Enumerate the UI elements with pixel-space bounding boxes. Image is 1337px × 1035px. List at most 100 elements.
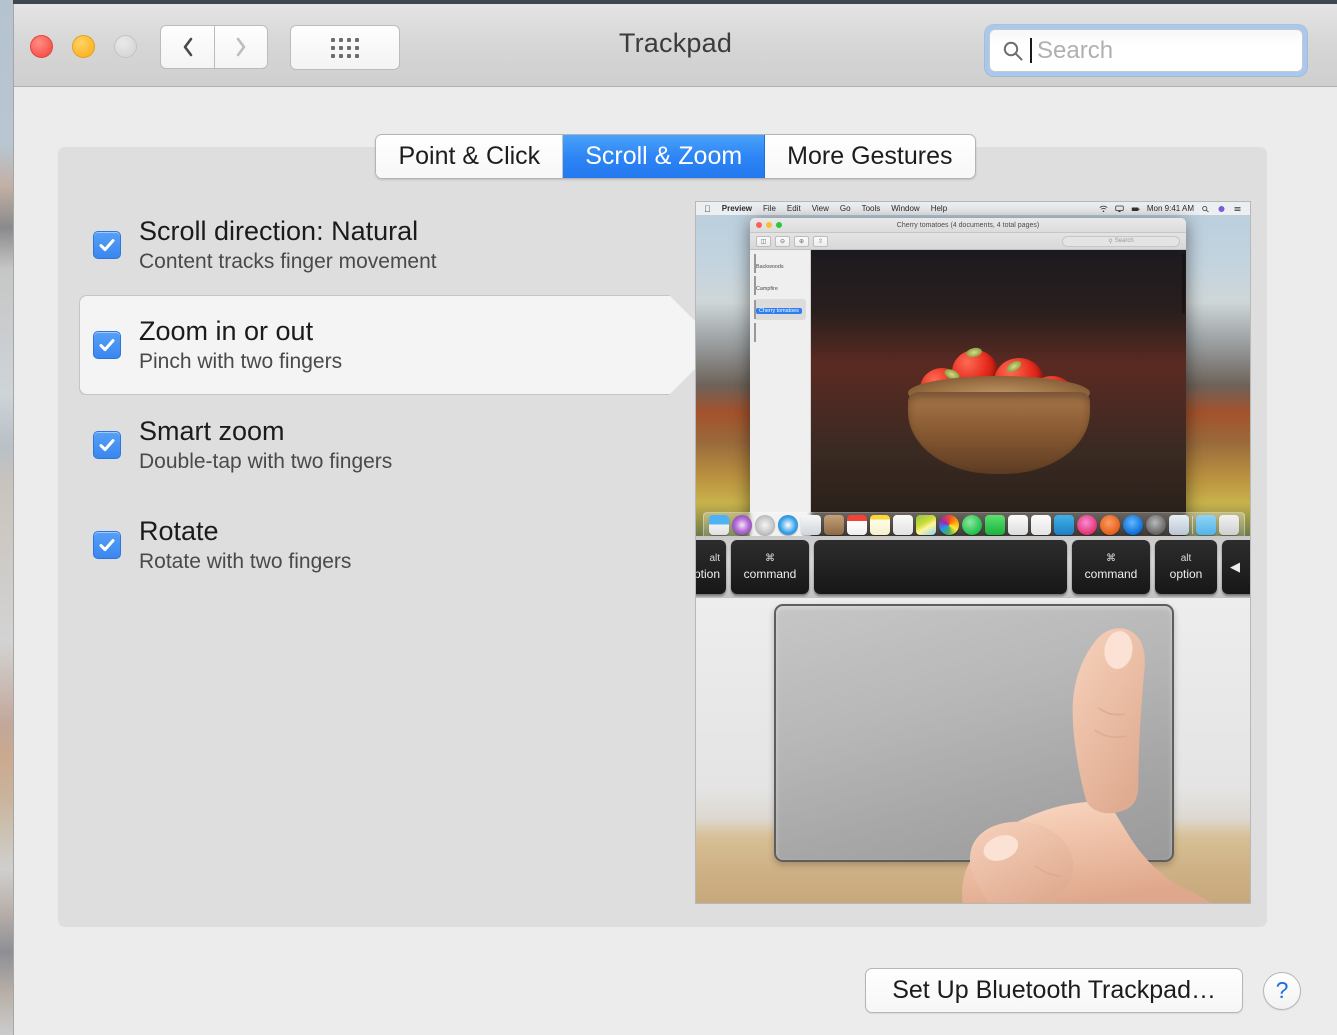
demo-preview-scrollbar — [1182, 254, 1185, 314]
dock-icon-notes — [870, 514, 890, 535]
thumbnail-campfire: Campfire — [754, 276, 806, 295]
search-icon — [1003, 41, 1023, 60]
demo-dock — [703, 512, 1245, 536]
dock-icon-mail — [801, 514, 821, 535]
demo-preview-sidebar: Backwoods Campfire Cherry tomatoes — [750, 250, 811, 536]
dock-icon-trash — [1219, 514, 1239, 535]
demo-keyboard-row: alt option ⌘ command ⌘ command alt optio… — [696, 536, 1250, 598]
dock-icon-system-preferences — [1146, 514, 1166, 535]
dock-icon-facetime — [985, 514, 1005, 535]
dock-icon-reminders — [893, 514, 913, 535]
tab-more-gestures[interactable]: More Gestures — [765, 135, 975, 178]
checkbox-scroll-direction[interactable] — [93, 231, 121, 259]
menubar-status-area: Mon 9:41 AM — [1099, 204, 1242, 213]
demo-trackpad-scene — [696, 598, 1250, 903]
zoom-in-icon: ⊕ — [794, 235, 809, 247]
dock-icon-numbers — [1031, 514, 1051, 535]
option-title: Zoom in or out — [139, 316, 314, 347]
siri-icon — [1217, 205, 1226, 213]
help-button[interactable]: ? — [1263, 971, 1301, 1010]
demo-preview-title: Cherry tomatoes (4 documents, 4 total pa… — [896, 221, 1040, 229]
search-placeholder: Search — [1037, 36, 1114, 64]
checkmark-icon — [99, 239, 115, 252]
cherry-tomatoes-photo — [894, 324, 1104, 474]
dock-icon-ibooks — [1100, 514, 1120, 535]
dock-icon-calendar — [847, 514, 867, 535]
dock-icon-launchpad — [755, 514, 775, 535]
demo-preview-body: Backwoods Campfire Cherry tomatoes — [750, 250, 1186, 536]
trackpad-preferences-window: Trackpad Search Point & Click Scroll & Z… — [13, 4, 1337, 1035]
dock-icon-downloads — [1196, 514, 1216, 535]
command-glyph-icon: ⌘ — [765, 553, 775, 565]
command-glyph-icon: ⌘ — [1106, 553, 1116, 565]
thumbnail-label: Cherry tomatoes — [756, 308, 802, 314]
dock-icon-messages — [962, 514, 982, 535]
set-up-bluetooth-trackpad-button[interactable]: Set Up Bluetooth Trackpad… — [865, 968, 1243, 1013]
option-title: Scroll direction: Natural — [139, 216, 419, 247]
notification-center-icon — [1233, 205, 1242, 213]
tab-point-and-click[interactable]: Point & Click — [376, 135, 564, 178]
demo-menubar:  Preview File Edit View Go Tools Window… — [696, 202, 1250, 215]
airplay-icon — [1115, 205, 1124, 213]
dock-icon-safari — [778, 514, 798, 535]
checkmark-icon — [99, 439, 115, 452]
dock-icon-pages — [1008, 514, 1028, 535]
option-row-smart-zoom[interactable]: Smart zoom Double-tap with two fingers — [79, 395, 719, 495]
key-command-right: ⌘ command — [1072, 540, 1150, 594]
menubar-clock: Mon 9:41 AM — [1146, 204, 1194, 213]
background-window-strip — [0, 0, 13, 1035]
menubar-item-help: Help — [923, 204, 947, 213]
demo-preview-toolbar: ◫ ⊖ ⊕ ⇧ ⚲ Search — [750, 233, 1186, 250]
option-row-scroll-direction[interactable]: Scroll direction: Natural Content tracks… — [79, 195, 719, 295]
footer-bar: Set Up Bluetooth Trackpad… ? — [14, 968, 1337, 1013]
dock-icon-photos — [939, 514, 959, 535]
demo-preview-search-placeholder: Search — [1114, 238, 1134, 244]
option-title: Rotate — [139, 516, 219, 547]
option-row-zoom-in-or-out[interactable]: Zoom in or out Pinch with two fingers — [79, 295, 719, 395]
gesture-demo-video:  Preview File Edit View Go Tools Window… — [695, 201, 1251, 904]
demo-hand-pinch-gesture — [962, 628, 1211, 903]
thumbnail-backwoods: Backwoods — [754, 254, 806, 273]
demo-preview-search: ⚲ Search — [1062, 235, 1180, 247]
window-titlebar: Trackpad Search — [14, 4, 1337, 87]
tab-bar: Point & Click Scroll & Zoom More Gesture… — [14, 134, 1337, 179]
menubar-item-file: File — [756, 204, 776, 213]
tab-scroll-and-zoom[interactable]: Scroll & Zoom — [563, 135, 766, 178]
gesture-option-list: Scroll direction: Natural Content tracks… — [79, 195, 719, 595]
menubar-item-view: View — [804, 204, 829, 213]
menubar-item-window: Window — [884, 204, 919, 213]
sidebar-view-icon: ◫ — [756, 235, 771, 247]
key-bottom-label: command — [1084, 566, 1138, 581]
thumbnail-cherry-tomatoes: Cherry tomatoes — [754, 299, 806, 320]
menubar-item-edit: Edit — [780, 204, 801, 213]
zoom-out-icon: ⊖ — [775, 235, 790, 247]
key-option-right: alt option — [1155, 540, 1217, 594]
checkbox-smart-zoom[interactable] — [93, 431, 121, 459]
dock-icon-keynote — [1054, 514, 1074, 535]
option-subtitle: Content tracks finger movement — [139, 249, 437, 273]
search-input[interactable]: Search — [989, 29, 1303, 72]
text-caret — [1030, 38, 1032, 63]
checkmark-icon — [99, 539, 115, 552]
key-spacebar — [814, 540, 1067, 594]
spotlight-icon — [1201, 205, 1210, 213]
checkbox-rotate[interactable] — [93, 531, 121, 559]
thumbnail-label: Campfire — [756, 286, 778, 292]
demo-preview-window: Cherry tomatoes (4 documents, 4 total pa… — [750, 218, 1186, 536]
settings-panel: Scroll direction: Natural Content tracks… — [58, 147, 1267, 927]
option-row-rotate[interactable]: Rotate Rotate with two fingers — [79, 495, 719, 595]
dock-icon-siri — [732, 514, 752, 535]
dock-icon-maps — [916, 514, 936, 535]
checkbox-zoom-in-or-out[interactable] — [93, 331, 121, 359]
key-bottom-label: option — [1169, 566, 1203, 581]
menubar-item-go: Go — [833, 204, 851, 213]
dock-icon-contacts — [824, 514, 844, 535]
battery-icon — [1131, 205, 1140, 213]
demo-preview-canvas — [811, 250, 1186, 536]
option-subtitle: Pinch with two fingers — [139, 349, 343, 373]
arrow-left-icon: ◀ — [1230, 559, 1240, 575]
thumbnail-lanterns — [754, 323, 806, 342]
demo-desktop-wallpaper:  Preview File Edit View Go Tools Window… — [696, 202, 1250, 536]
dock-icon-app-store — [1123, 514, 1143, 535]
key-command-left: ⌘ command — [731, 540, 809, 594]
